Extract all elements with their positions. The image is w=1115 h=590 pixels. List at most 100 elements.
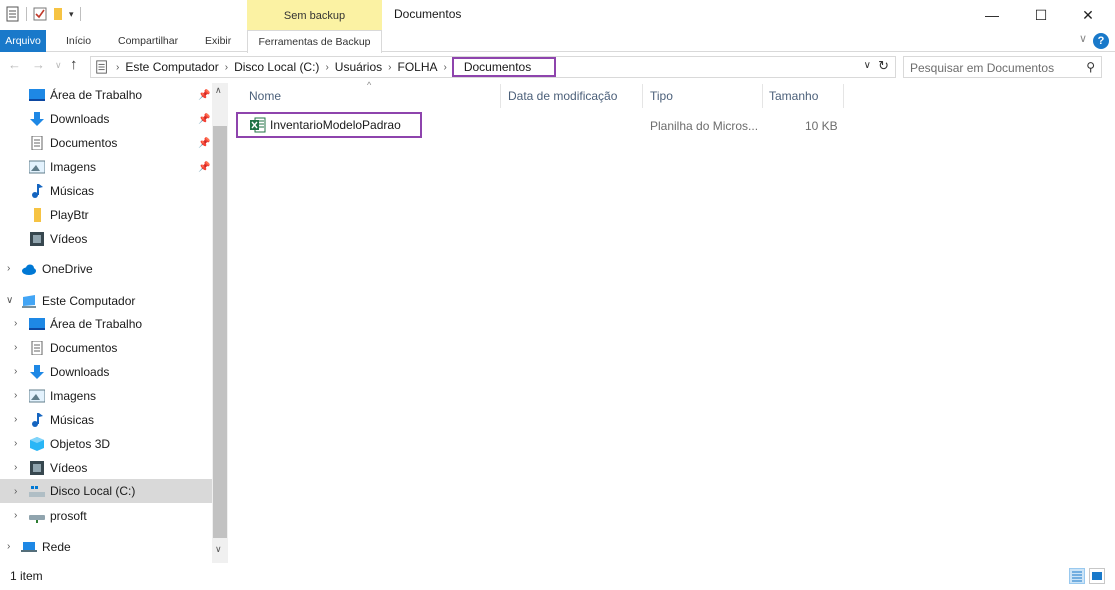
properties-icon[interactable]: [6, 6, 20, 22]
qat-separator: [79, 7, 81, 21]
nav-item-pc-videos[interactable]: Vídeos: [0, 456, 212, 480]
forward-arrow-icon[interactable]: →: [32, 57, 45, 72]
context-tab-header: Sem backup: [247, 0, 382, 30]
expand-ribbon-icon[interactable]: ∨: [1079, 32, 1087, 45]
nav-item-label: prosoft: [50, 509, 87, 523]
nav-item-pc-prosoft[interactable]: prosoft: [0, 504, 212, 528]
column-header-tipo[interactable]: Tipo: [644, 84, 762, 108]
documents-icon: [31, 136, 43, 150]
tab-ferramentas-de-backup[interactable]: Ferramentas de Backup: [247, 30, 382, 53]
nav-item-onedrive[interactable]: OneDrive: [0, 257, 212, 281]
folder-icon: [34, 208, 41, 222]
address-bar[interactable]: › Este Computador › Disco Local (C:) › U…: [90, 56, 896, 78]
up-arrow-icon[interactable]: ↑: [70, 56, 78, 73]
expand-chevron-icon[interactable]: ›: [14, 486, 17, 497]
scroll-up-icon[interactable]: ∧: [215, 85, 222, 96]
maximize-button[interactable]: ☐: [1018, 0, 1064, 30]
column-header-tamanho[interactable]: Tamanho: [763, 84, 843, 108]
column-header-nome[interactable]: Nome: [243, 84, 501, 108]
address-dropdown-icon[interactable]: ∨: [864, 60, 871, 71]
excel-icon: [250, 117, 266, 133]
music-icon: [32, 413, 43, 427]
close-button[interactable]: ✕: [1065, 0, 1111, 30]
breadcrumb-usuarios[interactable]: Usuários: [330, 60, 387, 74]
nav-item-pc-downloads[interactable]: Downloads: [0, 360, 212, 384]
file-size: 10 KB: [805, 119, 838, 133]
nav-item-este-computador[interactable]: Este Computador: [0, 289, 212, 313]
nav-item-pc-disco-local[interactable]: Disco Local (C:): [0, 479, 212, 503]
check-icon[interactable]: [33, 6, 47, 22]
nav-item-imagens[interactable]: Imagens 📌: [0, 155, 212, 179]
breadcrumb-disco-local[interactable]: Disco Local (C:): [229, 60, 324, 74]
details-view-button[interactable]: [1069, 568, 1085, 584]
nav-item-label: Downloads: [50, 112, 110, 126]
nav-item-pc-documentos[interactable]: Documentos: [0, 336, 212, 360]
nav-item-label: PlayBtr: [50, 208, 89, 222]
pictures-icon: [29, 160, 45, 174]
nav-item-label: Área de Trabalho: [50, 88, 143, 102]
nav-item-label: Documentos: [50, 341, 118, 355]
nav-item-musicas[interactable]: Músicas: [0, 179, 212, 203]
nav-item-pc-area-de-trabalho[interactable]: Área de Trabalho: [0, 312, 212, 336]
ribbon-tabs: Arquivo Início Compartilhar Exibir Ferra…: [0, 30, 1115, 53]
nav-item-label: Rede: [42, 540, 71, 554]
recent-locations-icon[interactable]: ∨: [55, 60, 62, 71]
desktop-icon: [29, 89, 45, 101]
documents-location-icon: [96, 60, 107, 74]
help-icon[interactable]: ?: [1093, 33, 1109, 49]
nav-item-playbtr[interactable]: PlayBtr: [0, 203, 212, 227]
large-icons-view-button[interactable]: [1089, 568, 1105, 584]
pin-icon[interactable]: 📌: [198, 162, 210, 173]
scroll-down-icon[interactable]: ∨: [215, 544, 222, 555]
item-count: 1 item: [10, 569, 43, 583]
nav-item-downloads[interactable]: Downloads 📌: [0, 107, 212, 131]
minimize-button[interactable]: —: [969, 0, 1015, 30]
tab-arquivo[interactable]: Arquivo: [0, 30, 46, 52]
tab-inicio[interactable]: Início: [66, 30, 91, 52]
column-divider[interactable]: [500, 84, 501, 108]
status-bar: 1 item: [0, 563, 1115, 590]
pin-icon[interactable]: 📌: [198, 114, 210, 125]
drive-icon: [29, 486, 45, 497]
nav-item-label: OneDrive: [42, 262, 93, 276]
nav-item-area-de-trabalho[interactable]: Área de Trabalho 📌: [0, 83, 212, 107]
new-folder-icon[interactable]: [51, 6, 65, 22]
nav-item-pc-objetos-3d[interactable]: Objetos 3D: [0, 432, 212, 456]
qat-separator: [26, 7, 27, 21]
nav-item-label: Vídeos: [50, 232, 88, 246]
nav-item-pc-imagens[interactable]: Imagens: [0, 384, 212, 408]
objects3d-icon: [30, 437, 44, 451]
chevron-down-icon[interactable]: ▾: [69, 9, 74, 20]
navigation-pane: Área de Trabalho 📌 Downloads 📌 Documento…: [0, 83, 228, 563]
pin-icon[interactable]: 📌: [198, 138, 210, 149]
nav-item-label: Documentos: [50, 136, 118, 150]
nav-item-rede[interactable]: Rede: [0, 535, 212, 559]
nav-item-videos[interactable]: Vídeos: [0, 227, 212, 251]
file-name: InventarioModeloPadrao: [270, 118, 401, 132]
search-icon[interactable]: ⚲: [1086, 60, 1095, 74]
tab-compartilhar[interactable]: Compartilhar: [118, 30, 178, 52]
tab-exibir[interactable]: Exibir: [205, 30, 231, 52]
videos-icon: [30, 232, 44, 246]
breadcrumb-documentos[interactable]: Documentos: [451, 57, 557, 77]
refresh-icon[interactable]: ↻: [878, 58, 889, 74]
nav-item-documentos[interactable]: Documentos 📌: [0, 131, 212, 155]
breadcrumb-separator-icon[interactable]: ›: [443, 62, 448, 73]
file-row[interactable]: InventarioModeloPadrao: [236, 112, 422, 138]
large-icons-view-icon: [1092, 572, 1102, 580]
search-input[interactable]: Pesquisar em Documentos ⚲: [903, 56, 1102, 78]
column-divider[interactable]: [642, 84, 643, 108]
desktop-icon: [29, 318, 45, 330]
videos-icon: [30, 461, 44, 475]
column-divider[interactable]: [843, 84, 844, 108]
computer-icon: [22, 295, 36, 308]
nav-item-pc-musicas[interactable]: Músicas: [0, 408, 212, 432]
nav-scrollbar-thumb[interactable]: [213, 126, 227, 538]
title-bar: ▾ Sem backup Documentos — ☐ ✕: [0, 0, 1115, 30]
breadcrumb-folha[interactable]: FOLHA: [392, 60, 442, 74]
pin-icon[interactable]: 📌: [198, 90, 210, 101]
breadcrumb-este-computador[interactable]: Este Computador: [120, 60, 223, 74]
column-header-data-de-modificacao[interactable]: Data de modificação: [502, 84, 642, 108]
download-icon: [30, 112, 44, 126]
back-arrow-icon[interactable]: ←: [8, 57, 21, 72]
